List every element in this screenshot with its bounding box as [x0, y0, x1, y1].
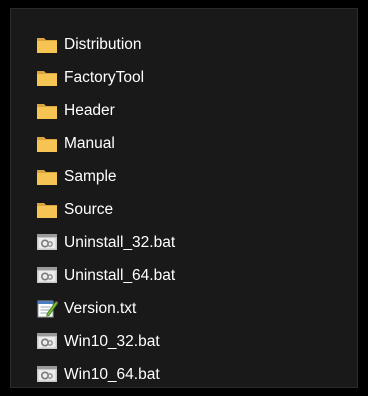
file-name: FactoryTool: [64, 69, 145, 86]
file-name: Manual: [64, 135, 115, 152]
file-row-version-txt[interactable]: Version.txt: [11, 292, 357, 325]
folder-icon: [37, 137, 57, 152]
file-row-win10-32[interactable]: Win10_32.bat: [11, 325, 357, 358]
file-row-manual[interactable]: Manual: [11, 127, 357, 160]
folder-icon: [37, 104, 57, 119]
folder-icon: [37, 170, 57, 185]
file-row-distribution[interactable]: Distribution: [11, 28, 357, 61]
folder-icon: [37, 38, 57, 53]
file-name: Win10_64.bat: [64, 366, 160, 383]
file-list: Distribution FactoryTool Header Manual S…: [10, 8, 358, 388]
text-file-icon: [37, 300, 58, 318]
file-row-uninstall-64[interactable]: Uninstall_64.bat: [11, 259, 357, 292]
file-name: Header: [64, 102, 115, 119]
batch-file-icon: [37, 333, 57, 349]
file-name: Source: [64, 201, 114, 218]
file-name: Win10_32.bat: [64, 333, 160, 350]
batch-file-icon: [37, 234, 57, 250]
file-name: Uninstall_32.bat: [64, 234, 176, 251]
batch-file-icon: [37, 267, 57, 283]
file-row-sample[interactable]: Sample: [11, 160, 357, 193]
file-name: Distribution: [64, 36, 142, 53]
file-row-source[interactable]: Source: [11, 193, 357, 226]
file-name: Uninstall_64.bat: [64, 267, 176, 284]
file-row-header[interactable]: Header: [11, 94, 357, 127]
batch-file-icon: [37, 366, 57, 382]
file-row-factorytool[interactable]: FactoryTool: [11, 61, 357, 94]
file-name: Version.txt: [64, 300, 137, 317]
folder-icon: [37, 71, 57, 86]
file-row-win10-64[interactable]: Win10_64.bat: [11, 358, 357, 391]
folder-icon: [37, 203, 57, 218]
file-name: Sample: [64, 168, 117, 185]
file-row-uninstall-32[interactable]: Uninstall_32.bat: [11, 226, 357, 259]
